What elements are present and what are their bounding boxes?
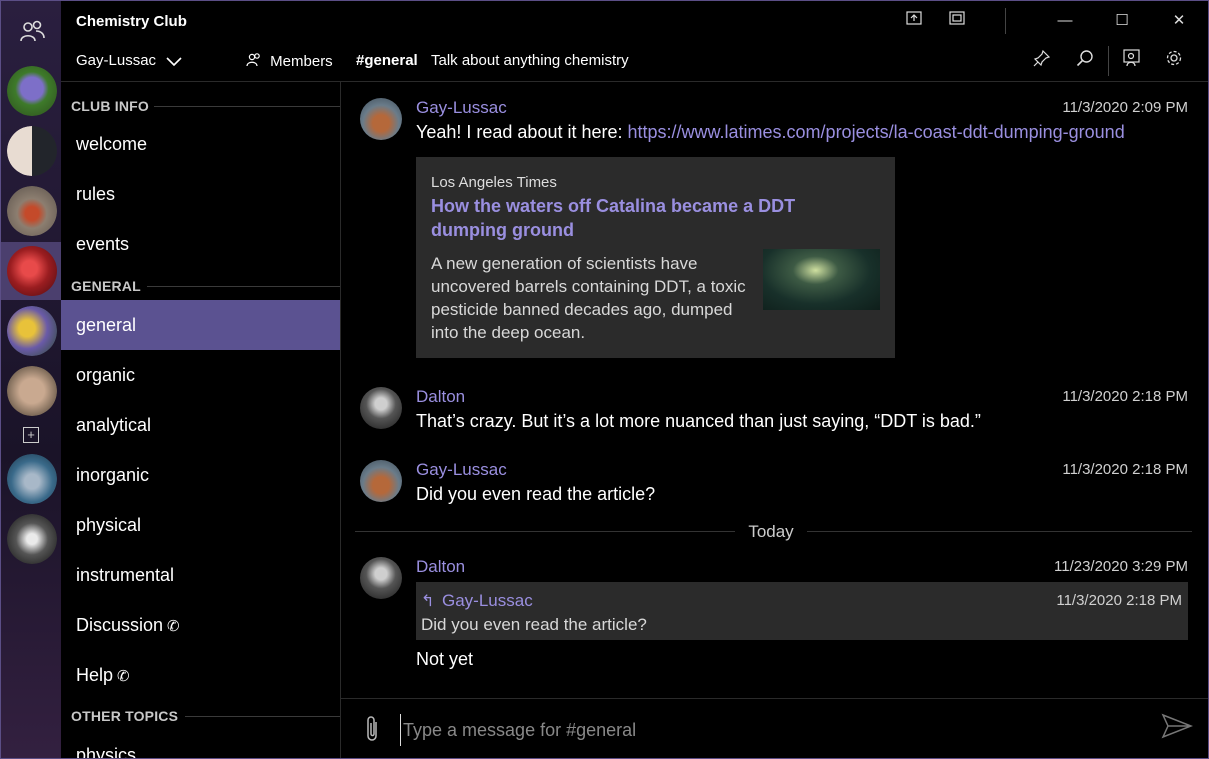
- members-label: Members: [270, 52, 333, 70]
- section-header-general: GENERAL: [71, 278, 141, 294]
- divider: [154, 106, 340, 107]
- paperclip-icon[interactable]: [360, 714, 384, 744]
- server-avatar[interactable]: [7, 366, 57, 416]
- preview-source: Los Angeles Times: [431, 174, 557, 191]
- avatar[interactable]: [360, 98, 402, 140]
- channel-name: #general: [356, 52, 418, 69]
- message-author[interactable]: Dalton: [416, 557, 465, 577]
- server-avatar[interactable]: [7, 126, 57, 176]
- members-button[interactable]: Members: [246, 52, 333, 72]
- server-avatar[interactable]: [7, 186, 57, 236]
- channel-physical[interactable]: physical: [61, 500, 340, 550]
- message-text: That’s crazy. But it’s a lot more nuance…: [416, 411, 981, 431]
- add-server-icon[interactable]: +: [23, 427, 39, 443]
- link-preview-card[interactable]: Los Angeles Times How the waters off Cat…: [416, 157, 895, 358]
- people-icon[interactable]: [17, 17, 47, 47]
- message-text: Did you even read the article?: [416, 484, 656, 504]
- server-avatar[interactable]: [7, 454, 57, 504]
- channel-inorganic[interactable]: inorganic: [61, 450, 340, 500]
- gear-icon[interactable]: [1160, 48, 1188, 76]
- date-divider-label: Today: [748, 522, 794, 541]
- divider: [185, 716, 340, 717]
- channel-help[interactable]: Help ✆: [61, 650, 340, 700]
- divider: [355, 531, 735, 532]
- server-avatar[interactable]: [7, 66, 57, 116]
- channel-label: Discussion: [76, 615, 164, 635]
- message-text-prefix: Yeah! I read about it here:: [416, 122, 628, 142]
- maximize-button[interactable]: ☐: [1104, 6, 1140, 36]
- message-timestamp: 11/3/2020 2:18 PM: [1062, 461, 1188, 478]
- reply-author: Gay-Lussac: [442, 591, 533, 610]
- message-timestamp: 11/3/2020 2:18 PM: [1062, 388, 1188, 405]
- preview-description: A new generation of scientists have unco…: [431, 254, 746, 342]
- channel-list: CLUB INFO welcome rules events GENERAL g…: [61, 82, 340, 758]
- avatar[interactable]: [360, 460, 402, 502]
- preview-title[interactable]: How the waters off Catalina became a DDT…: [431, 194, 871, 242]
- reply-icon: ↰: [421, 593, 435, 610]
- message-link[interactable]: https://www.latimes.com/projects/la-coas…: [628, 122, 1125, 142]
- minimize-button[interactable]: —: [1047, 6, 1083, 36]
- avatar[interactable]: [360, 387, 402, 429]
- pin-icon[interactable]: [1028, 48, 1056, 76]
- channel-organic[interactable]: organic: [61, 350, 340, 400]
- message-author[interactable]: Dalton: [416, 387, 465, 407]
- chevron-down-icon: [166, 53, 182, 70]
- avatar[interactable]: [360, 557, 402, 599]
- divider: [1108, 46, 1109, 76]
- channel-events[interactable]: events: [61, 219, 340, 269]
- message-timestamp: 11/23/2020 3:29 PM: [1054, 558, 1188, 575]
- reply-quote[interactable]: ↰ Gay-Lussac 11/3/2020 2:18 PM Did you e…: [416, 582, 1188, 640]
- message-list: Gay-Lussac 11/3/2020 2:09 PM Yeah! I rea…: [341, 82, 1208, 698]
- message-author[interactable]: Gay-Lussac: [416, 460, 507, 480]
- divider: [807, 531, 1192, 532]
- section-header-club-info: CLUB INFO: [71, 98, 150, 114]
- server-avatar[interactable]: [7, 306, 57, 356]
- divider: [1005, 8, 1006, 34]
- voice-call-icon: ✆: [167, 618, 180, 635]
- channel-rules[interactable]: rules: [61, 169, 340, 219]
- channel-discussion[interactable]: Discussion ✆: [61, 600, 340, 650]
- message-input[interactable]: [400, 714, 1145, 746]
- compact-overlay-icon[interactable]: [896, 6, 932, 36]
- server-rail: +: [1, 1, 62, 758]
- current-user-label: Gay-Lussac: [76, 52, 157, 69]
- voice-call-icon: ✆: [117, 668, 130, 685]
- divider: [147, 286, 340, 287]
- server-avatar-selected[interactable]: [1, 242, 62, 300]
- people-icon: [246, 52, 262, 72]
- search-icon[interactable]: [1071, 48, 1099, 76]
- channel-welcome[interactable]: welcome: [61, 119, 340, 169]
- message-author[interactable]: Gay-Lussac: [416, 98, 507, 118]
- fullscreen-icon[interactable]: [939, 6, 975, 36]
- divider: [341, 698, 1208, 699]
- reply-timestamp: 11/3/2020 2:18 PM: [1056, 592, 1182, 609]
- channel-description: Talk about anything chemistry: [431, 52, 629, 69]
- channel-instrumental[interactable]: instrumental: [61, 550, 340, 600]
- close-button[interactable]: ✕: [1161, 6, 1197, 36]
- user-switcher[interactable]: Gay-Lussac: [76, 52, 182, 70]
- channel-analytical[interactable]: analytical: [61, 400, 340, 450]
- reply-text: Did you even read the article?: [421, 615, 647, 634]
- members-panel-icon[interactable]: [1118, 48, 1146, 76]
- preview-thumbnail: [763, 249, 880, 310]
- message-text: Not yet: [416, 649, 474, 669]
- channel-general[interactable]: general: [61, 300, 340, 350]
- message-timestamp: 11/3/2020 2:09 PM: [1062, 99, 1188, 116]
- send-icon[interactable]: [1160, 712, 1194, 744]
- channel-physics[interactable]: physics: [61, 730, 340, 758]
- server-avatar[interactable]: [7, 514, 57, 564]
- channel-label: Help: [76, 665, 114, 685]
- section-header-other-topics: OTHER TOPICS: [71, 708, 179, 724]
- window-title: Chemistry Club: [76, 13, 187, 30]
- message-text: Yeah! I read about it here: https://www.…: [416, 122, 1196, 143]
